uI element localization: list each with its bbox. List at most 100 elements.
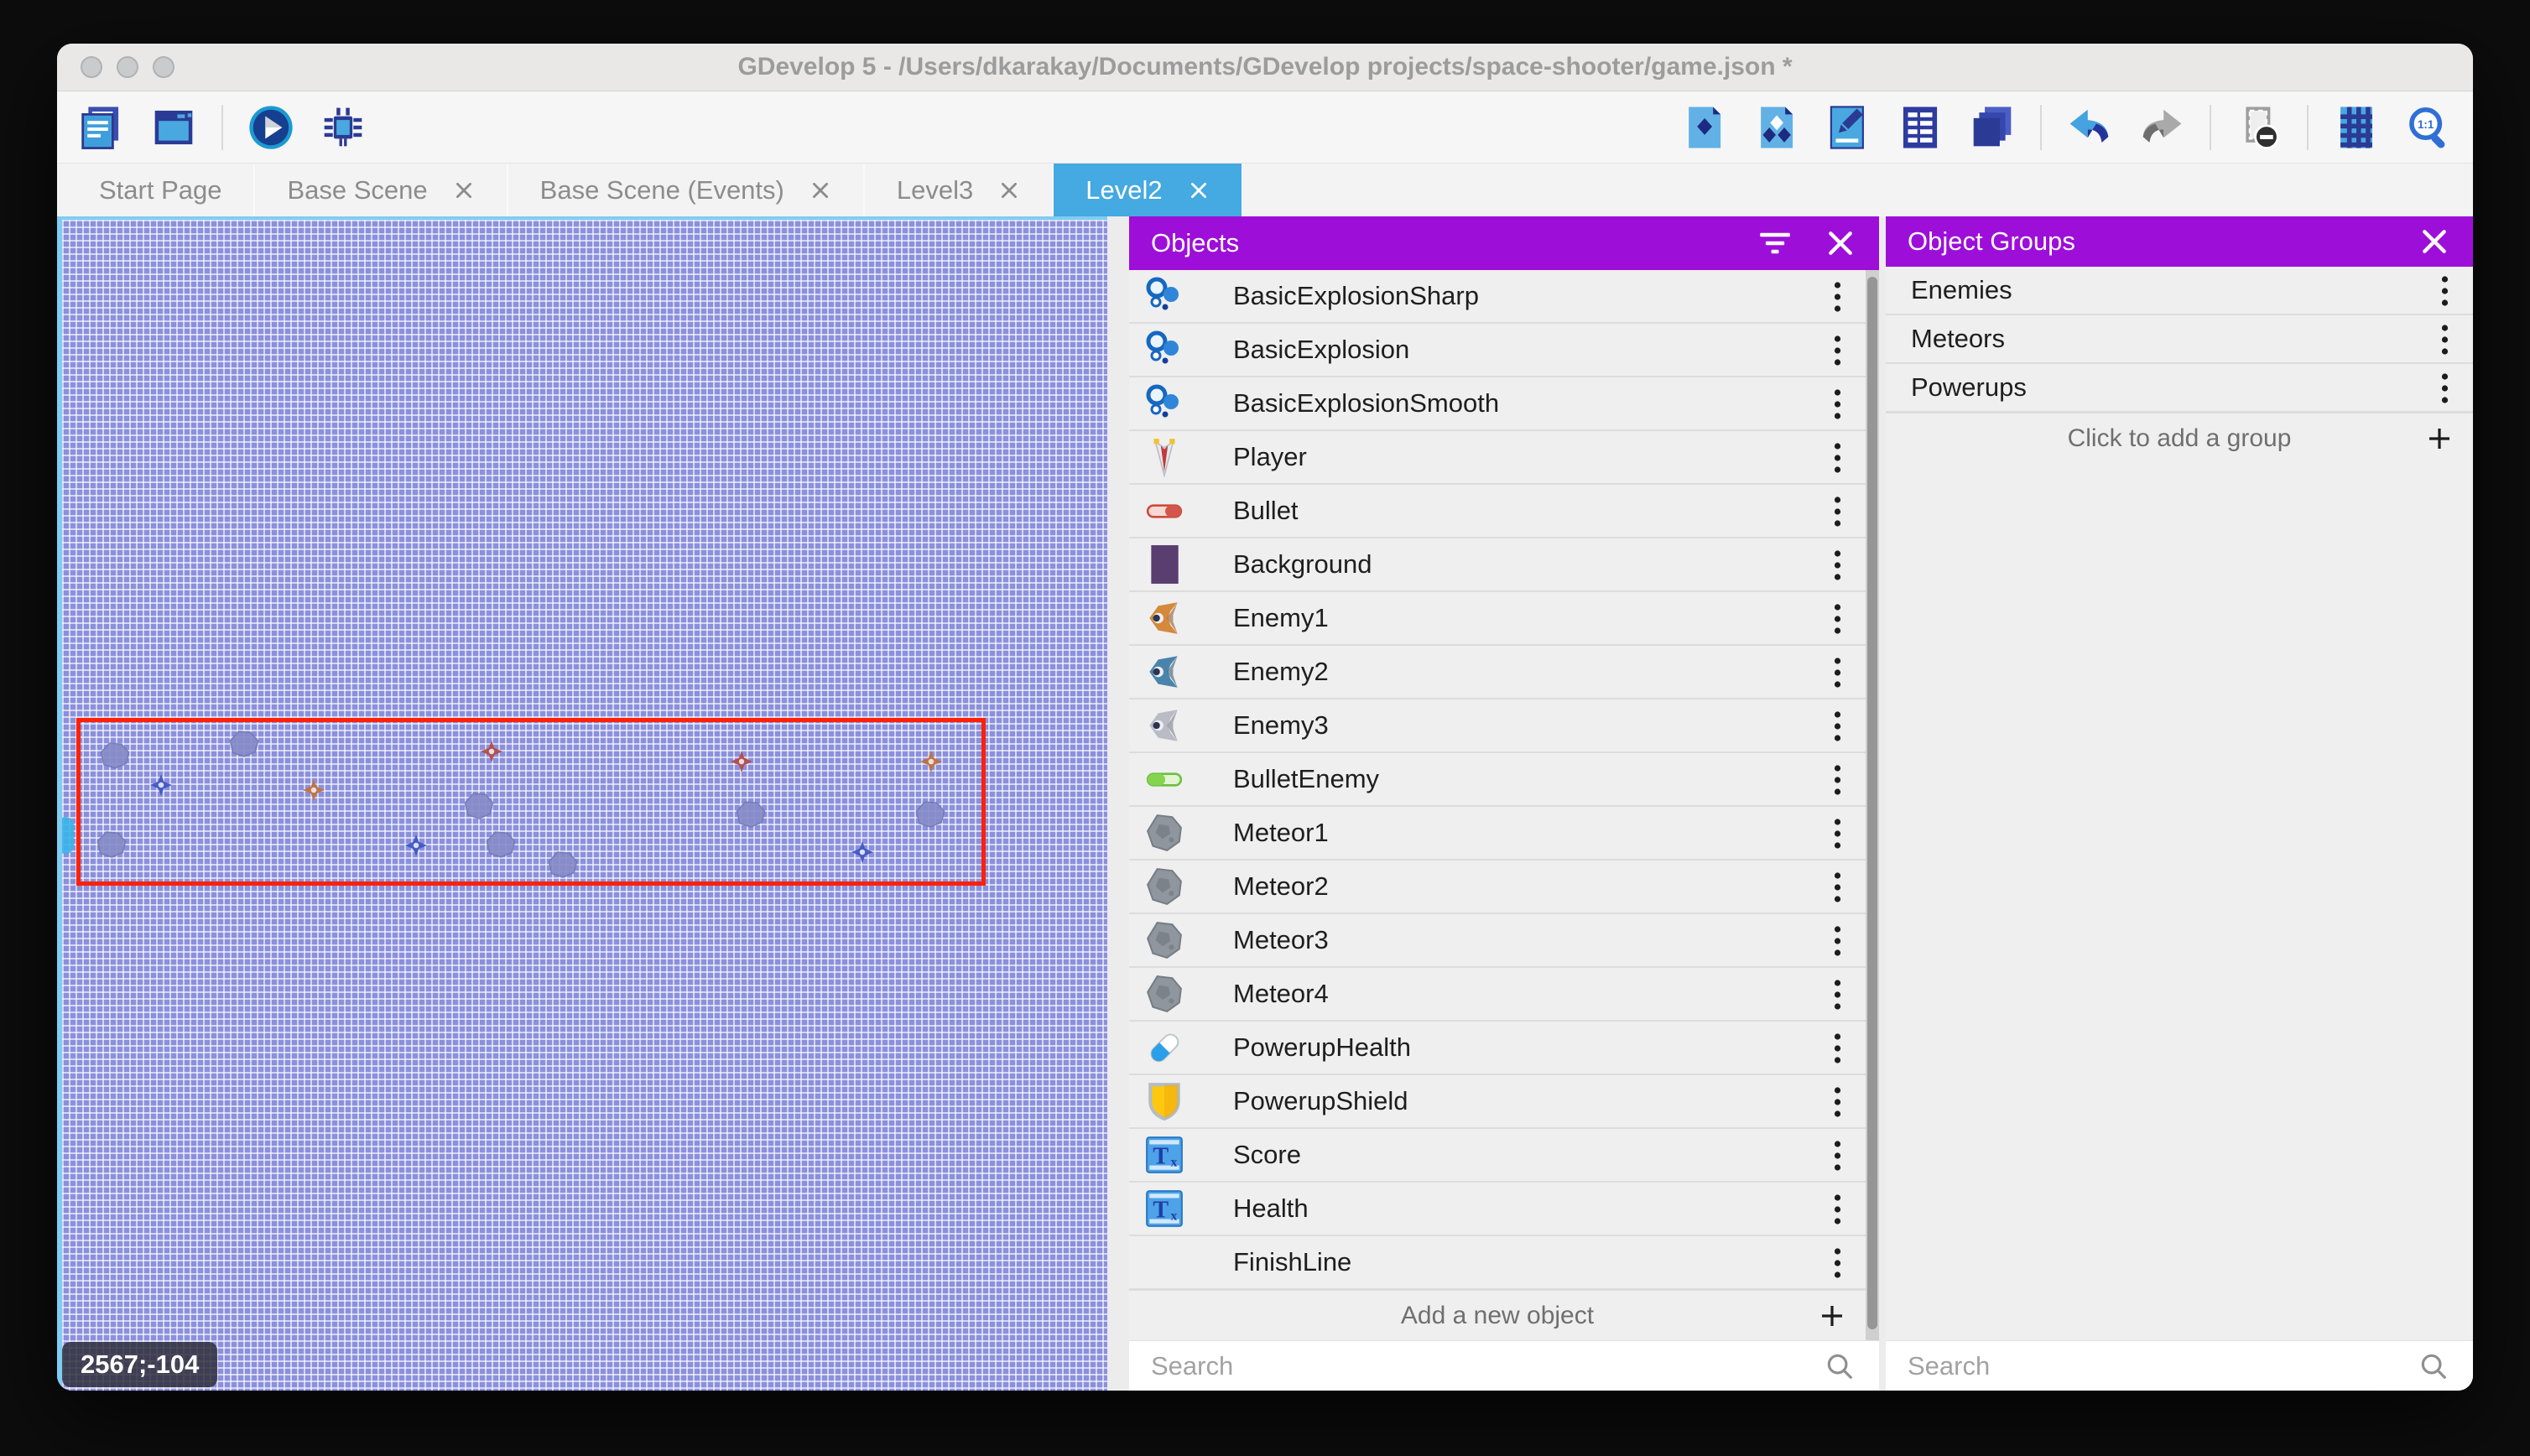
object-row-finishline[interactable]: FinishLine: [1129, 1236, 1866, 1290]
groups-search-input[interactable]: [1886, 1350, 2418, 1382]
object-row-enemy1[interactable]: Enemy1: [1129, 592, 1866, 646]
instance-meteor[interactable]: [463, 792, 495, 819]
panel-gutter[interactable]: [1879, 216, 1886, 1391]
close-window-button[interactable]: [81, 56, 102, 78]
kebab-menu-icon[interactable]: [2439, 370, 2451, 407]
close-panel-icon[interactable]: [2418, 225, 2451, 258]
kebab-menu-icon[interactable]: [1831, 815, 1844, 852]
object-row-bulletenemy[interactable]: BulletEnemy: [1129, 753, 1866, 807]
instance-enemy-orange[interactable]: [919, 750, 943, 773]
instance-meteor[interactable]: [547, 850, 579, 878]
instance-enemy-blue[interactable]: [149, 773, 173, 797]
selection-rectangle[interactable]: [76, 718, 986, 886]
panel-gutter[interactable]: [1107, 216, 1129, 1391]
objects-search-input[interactable]: [1129, 1350, 1824, 1382]
object-row-score[interactable]: TxScore: [1129, 1129, 1866, 1183]
minimize-window-button[interactable]: [117, 56, 138, 78]
debug-icon[interactable]: [319, 103, 367, 152]
redo-icon[interactable]: [2137, 103, 2186, 152]
mask-toggle-icon[interactable]: [2235, 103, 2283, 152]
close-tab-icon[interactable]: [998, 179, 1020, 201]
object-row-enemy2[interactable]: Enemy2: [1129, 646, 1866, 699]
object-row-powerupshield[interactable]: PowerupShield: [1129, 1075, 1866, 1129]
object-row-meteor4[interactable]: Meteor4: [1129, 968, 1866, 1022]
kebab-menu-icon[interactable]: [1831, 976, 1844, 1013]
instance-enemy-blue[interactable]: [851, 840, 874, 864]
close-tab-icon[interactable]: [453, 179, 475, 201]
object-row-background[interactable]: Background: [1129, 538, 1866, 592]
grid-icon[interactable]: [2332, 103, 2381, 152]
kebab-menu-icon[interactable]: [1831, 332, 1844, 369]
object-row-meteor2[interactable]: Meteor2: [1129, 861, 1866, 914]
object-row-meteor1[interactable]: Meteor1: [1129, 807, 1866, 861]
kebab-menu-icon[interactable]: [2439, 273, 2451, 309]
instance-meteor[interactable]: [228, 730, 260, 757]
tab-level3[interactable]: Level3: [865, 164, 1054, 217]
kebab-menu-icon[interactable]: [2439, 321, 2451, 358]
instance-meteor[interactable]: [96, 830, 128, 858]
plus-icon[interactable]: [2426, 425, 2453, 452]
kebab-menu-icon[interactable]: [1831, 1191, 1844, 1228]
group-row-meteors[interactable]: Meteors: [1886, 315, 2473, 364]
plus-icon[interactable]: [1819, 1303, 1845, 1329]
kebab-menu-icon[interactable]: [1831, 1030, 1844, 1067]
kebab-menu-icon[interactable]: [1831, 601, 1844, 637]
properties-panel-icon[interactable]: [1824, 103, 1872, 152]
objects-scrollbar-track[interactable]: [1866, 270, 1879, 1340]
object-row-health[interactable]: TxHealth: [1129, 1183, 1866, 1236]
kebab-menu-icon[interactable]: [1831, 493, 1844, 530]
group-row-powerups[interactable]: Powerups: [1886, 364, 2473, 413]
tab-base-scene[interactable]: Base Scene: [255, 164, 508, 217]
instance-enemy-red[interactable]: [480, 740, 503, 763]
filter-icon[interactable]: [1758, 226, 1792, 260]
add-group-row[interactable]: Click to add a group: [1886, 413, 2473, 463]
tab-base-scene-events[interactable]: Base Scene (Events): [508, 164, 865, 217]
object-row-meteor3[interactable]: Meteor3: [1129, 914, 1866, 968]
objects-scrollbar-thumb[interactable]: [1867, 277, 1877, 1329]
instance-enemy-blue[interactable]: [404, 834, 428, 857]
tab-start-page[interactable]: Start Page: [67, 164, 255, 217]
close-panel-icon[interactable]: [1824, 226, 1857, 260]
instance-enemy-red[interactable]: [730, 750, 753, 773]
group-row-enemies[interactable]: Enemies: [1886, 267, 2473, 315]
instance-meteor[interactable]: [735, 800, 767, 828]
tab-level2[interactable]: Level2: [1054, 164, 1242, 217]
close-tab-icon[interactable]: [809, 179, 831, 201]
kebab-menu-icon[interactable]: [1831, 708, 1844, 745]
close-tab-icon[interactable]: [1188, 179, 1210, 201]
kebab-menu-icon[interactable]: [1831, 1084, 1844, 1121]
object-row-bullet[interactable]: Bullet: [1129, 485, 1866, 538]
objects-panel-icon[interactable]: [1679, 103, 1728, 152]
undo-icon[interactable]: [2065, 103, 2114, 152]
project-manager-icon[interactable]: [77, 103, 126, 152]
play-preview-icon[interactable]: [247, 103, 295, 152]
scene-window-icon[interactable]: [149, 103, 198, 152]
kebab-menu-icon[interactable]: [1831, 923, 1844, 959]
kebab-menu-icon[interactable]: [1831, 439, 1844, 476]
object-row-basicexplosionsmooth[interactable]: BasicExplosionSmooth: [1129, 377, 1866, 431]
kebab-menu-icon[interactable]: [1831, 869, 1844, 906]
maximize-window-button[interactable]: [153, 56, 174, 78]
zoom-1-1-icon[interactable]: 1:1: [2404, 103, 2453, 152]
object-row-player[interactable]: Player: [1129, 431, 1866, 485]
object-row-enemy3[interactable]: Enemy3: [1129, 699, 1866, 753]
instance-meteor[interactable]: [99, 741, 131, 769]
kebab-menu-icon[interactable]: [1831, 1245, 1844, 1282]
instance-meteor[interactable]: [485, 830, 517, 858]
kebab-menu-icon[interactable]: [1831, 386, 1844, 423]
object-groups-panel-icon[interactable]: [1752, 103, 1800, 152]
instances-list-icon[interactable]: [1896, 103, 1944, 152]
kebab-menu-icon[interactable]: [1831, 547, 1844, 584]
instance-powerup-cyan[interactable]: [57, 817, 74, 854]
kebab-menu-icon[interactable]: [1831, 278, 1844, 315]
scene-canvas[interactable]: 2567;-104: [57, 216, 1107, 1391]
kebab-menu-icon[interactable]: [1831, 654, 1844, 691]
instance-enemy-orange[interactable]: [302, 778, 325, 802]
object-row-poweruphealth[interactable]: PowerupHealth: [1129, 1022, 1866, 1075]
layers-panel-icon[interactable]: [1968, 103, 2017, 152]
instance-meteor[interactable]: [914, 800, 946, 828]
object-row-basicexplosionsharp[interactable]: BasicExplosionSharp: [1129, 270, 1866, 324]
object-row-basicexplosion[interactable]: BasicExplosion: [1129, 324, 1866, 377]
add-object-row[interactable]: Add a new object: [1129, 1290, 1866, 1340]
kebab-menu-icon[interactable]: [1831, 1137, 1844, 1174]
